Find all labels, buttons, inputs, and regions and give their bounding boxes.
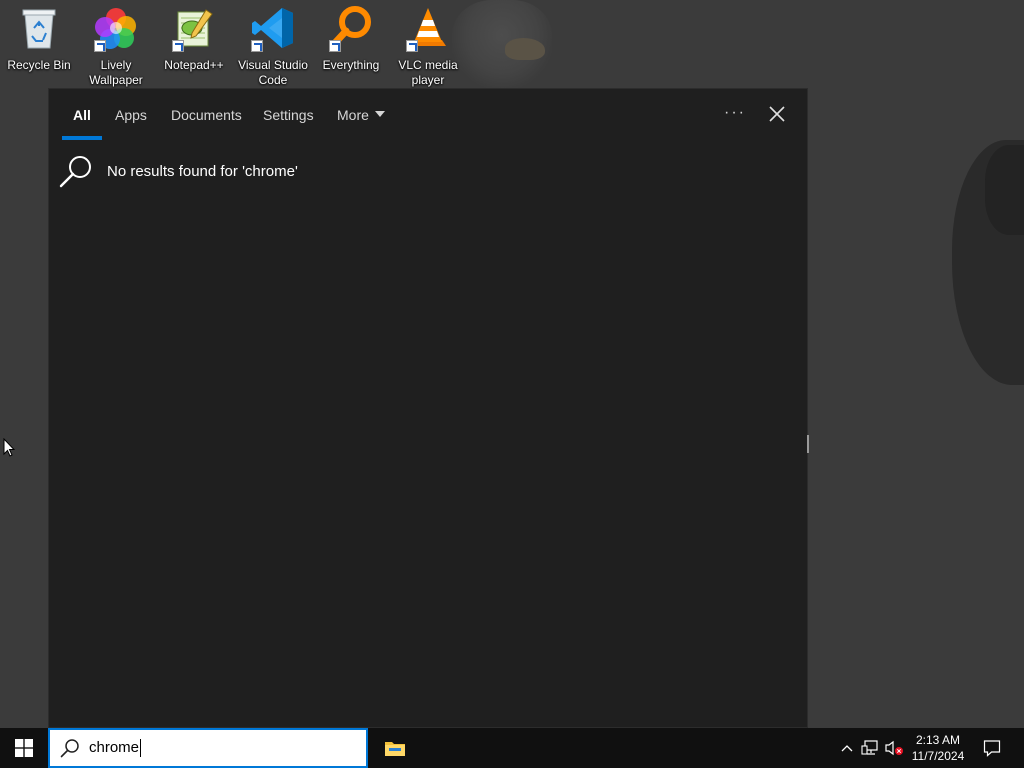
clock-time: 2:13 AM xyxy=(915,733,961,747)
recycle-bin-icon xyxy=(15,4,63,52)
taskbar-search-input[interactable]: chrome xyxy=(48,728,368,768)
file-explorer-icon xyxy=(385,742,405,756)
shortcut-arrow-icon xyxy=(406,40,418,52)
no-results-message: No results found for 'chrome' xyxy=(59,151,298,191)
tab-settings[interactable]: Settings xyxy=(263,106,314,124)
desktop-icon-label-line2: Wallpaper xyxy=(89,73,143,87)
everything-search-icon xyxy=(327,4,375,52)
options-ellipsis-button[interactable]: ··· xyxy=(719,99,751,127)
action-center-button[interactable] xyxy=(978,728,1006,768)
close-button[interactable] xyxy=(763,101,791,127)
desktop-icon-lively-wallpaper[interactable]: Lively Wallpaper xyxy=(77,4,155,88)
desktop-icon-label: VLC media xyxy=(398,58,458,72)
wallpaper-dark-shape-inner xyxy=(985,145,1024,235)
volume-tray-button[interactable] xyxy=(882,728,906,768)
desktop-icon-label: Recycle Bin xyxy=(7,58,71,72)
desktop-icon-vscode[interactable]: Visual Studio Code xyxy=(234,4,312,88)
no-results-text: No results found for 'chrome' xyxy=(107,162,298,180)
desktop-icon-recycle-bin[interactable]: Recycle Bin xyxy=(0,4,78,73)
show-hidden-icons-button[interactable] xyxy=(836,728,858,768)
ellipsis-icon: ··· xyxy=(724,104,746,121)
shortcut-arrow-icon xyxy=(329,40,341,52)
network-icon xyxy=(861,740,878,755)
desktop-icon-label-line2: player xyxy=(411,73,445,87)
windows-logo-icon xyxy=(15,739,33,757)
desktop-icon-label-line2: Code xyxy=(258,73,288,87)
start-button[interactable] xyxy=(0,728,48,768)
desktop-icon-label: Notepad++ xyxy=(164,58,224,72)
shortcut-arrow-icon xyxy=(94,40,106,52)
tab-documents[interactable]: Documents xyxy=(171,106,242,124)
taskbar: chrome 2:13 AM 11/7/2024 xyxy=(0,728,1024,768)
search-input-value: chrome xyxy=(89,739,142,757)
taskbar-clock[interactable]: 2:13 AM 11/7/2024 xyxy=(904,728,972,768)
tab-apps[interactable]: Apps xyxy=(115,106,147,124)
notepad-plus-plus-icon xyxy=(170,4,218,52)
search-icon xyxy=(60,739,79,758)
desktop-icon-label: Visual Studio xyxy=(238,58,308,72)
search-tabs: All Apps Documents Settings More ··· xyxy=(49,89,807,141)
chevron-down-icon xyxy=(374,111,385,117)
search-flyout: All Apps Documents Settings More ··· No … xyxy=(48,88,808,728)
mouse-pointer-icon xyxy=(3,438,15,457)
wallpaper-duck-beak xyxy=(505,38,545,60)
lively-wallpaper-icon xyxy=(92,4,140,52)
desktop-icon-everything[interactable]: Everything xyxy=(312,4,390,73)
search-icon xyxy=(59,156,91,188)
desktop-icon-label: Everything xyxy=(322,58,380,72)
desktop-icon-notepad-plus-plus[interactable]: Notepad++ xyxy=(155,4,233,73)
flyout-resize-edge xyxy=(807,435,809,453)
close-icon xyxy=(769,106,785,122)
shortcut-arrow-icon xyxy=(172,40,184,52)
clock-date: 11/7/2024 xyxy=(911,749,965,763)
tab-all[interactable]: All xyxy=(73,106,91,124)
taskbar-file-explorer-button[interactable] xyxy=(372,728,418,768)
shortcut-arrow-icon xyxy=(251,40,263,52)
chevron-up-icon xyxy=(841,745,853,752)
desktop-icon-vlc[interactable]: VLC media player xyxy=(389,4,467,88)
notification-icon xyxy=(983,740,1001,757)
active-tab-indicator xyxy=(62,136,102,140)
volume-muted-icon xyxy=(885,740,903,756)
desktop-icon-label: Lively xyxy=(100,58,132,72)
network-tray-button[interactable] xyxy=(858,728,882,768)
vscode-icon xyxy=(249,4,297,52)
vlc-icon xyxy=(404,4,452,52)
tab-more-label: More xyxy=(337,107,369,123)
tab-more[interactable]: More xyxy=(337,106,385,124)
